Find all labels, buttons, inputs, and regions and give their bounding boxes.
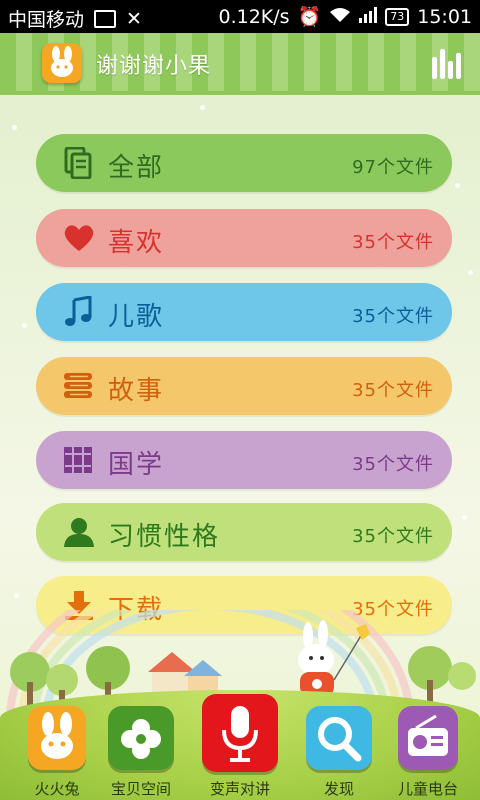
radio-icon — [408, 714, 448, 756]
microphone-icon — [222, 706, 258, 762]
category-label: 儿歌 — [108, 302, 165, 332]
category-row-habits[interactable]: 习惯性格 35个文件 — [36, 503, 452, 561]
snowflake-decoration — [462, 515, 467, 520]
magnifier-icon — [318, 717, 362, 762]
rabbit-logo-icon[interactable] — [42, 43, 82, 83]
book-stack-icon — [62, 370, 96, 402]
tab-voice-talk[interactable] — [202, 694, 278, 772]
category-row-favorites[interactable]: 喜欢 35个文件 — [36, 209, 452, 267]
tab-baby-space[interactable] — [108, 706, 174, 770]
category-row-songs[interactable]: 儿歌 35个文件 — [36, 283, 452, 341]
tab-label: 发现 — [323, 780, 354, 798]
category-label: 故事 — [108, 376, 165, 406]
tab-huohuotu[interactable] — [28, 706, 86, 770]
close-notification-icon: ✕ — [126, 7, 142, 30]
wifi-icon — [329, 6, 351, 28]
category-label: 全部 — [108, 153, 165, 183]
snowflake-decoration — [455, 183, 460, 188]
carrier-name: 中国移动 — [8, 9, 85, 31]
category-label: 国学 — [108, 450, 165, 480]
tab-label: 儿童电台 — [397, 780, 458, 798]
snowflake-decoration — [14, 593, 19, 598]
file-count: 35个文件 — [352, 526, 434, 547]
tab-discover[interactable] — [306, 706, 372, 770]
category-label: 习惯性格 — [108, 522, 221, 552]
snowflake-decoration — [12, 125, 17, 130]
music-note-icon — [62, 295, 96, 328]
tab-label: 宝贝空间 — [110, 780, 171, 798]
category-row-stories[interactable]: 故事 35个文件 — [36, 357, 452, 415]
snowflake-decoration — [22, 323, 27, 328]
bookshelf-icon — [62, 444, 96, 476]
category-row-classics[interactable]: 国学 35个文件 — [36, 431, 452, 489]
equalizer-icon[interactable] — [432, 45, 464, 79]
file-count: 97个文件 — [352, 157, 434, 178]
app-title: 谢谢谢小果 — [96, 54, 212, 79]
alarm-icon: ⏰ — [297, 6, 322, 28]
heart-icon — [62, 222, 96, 254]
file-count: 35个文件 — [352, 454, 434, 475]
snowflake-decoration — [200, 105, 205, 110]
tab-label: 火火兔 — [34, 780, 80, 798]
app-header: 谢谢谢小果 — [0, 33, 480, 105]
file-count: 35个文件 — [352, 232, 434, 253]
category-row-all[interactable]: 全部 97个文件 — [36, 134, 452, 192]
clover-icon — [121, 719, 161, 759]
file-count: 35个文件 — [352, 306, 434, 327]
signal-icon — [359, 6, 378, 28]
person-icon — [62, 516, 96, 548]
clock: 15:01 — [417, 5, 472, 28]
file-count: 35个文件 — [352, 380, 434, 401]
snowflake-decoration — [468, 270, 473, 275]
network-speed: 0.12K/s — [218, 5, 290, 28]
tab-label: 变声对讲 — [209, 780, 270, 798]
rabbit-icon — [41, 712, 73, 759]
status-bar: 中国移动 ✕ 0.12K/s ⏰ 73 15:01 — [0, 0, 480, 33]
tab-kids-radio[interactable] — [398, 706, 458, 770]
category-label: 喜欢 — [108, 228, 165, 258]
documents-icon — [62, 146, 96, 180]
battery-level: 73 — [385, 7, 410, 26]
image-notification-icon — [94, 9, 117, 28]
